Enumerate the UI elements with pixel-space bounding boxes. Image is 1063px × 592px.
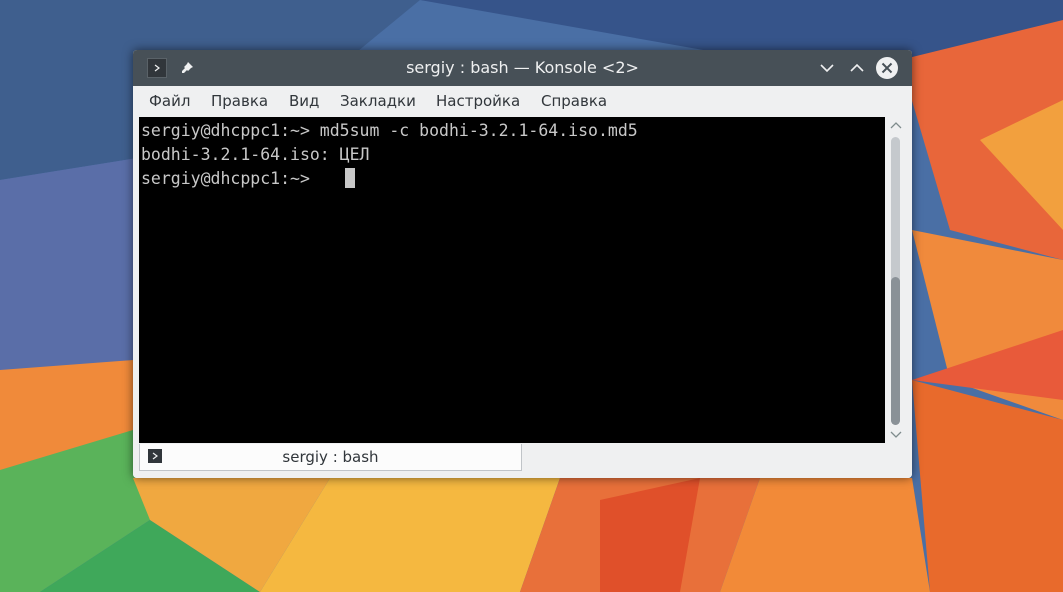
minimize-button[interactable]	[815, 56, 839, 80]
menu-view[interactable]: Вид	[289, 86, 319, 116]
chevron-down-icon	[820, 64, 834, 73]
menu-file[interactable]: Файл	[149, 86, 190, 116]
scroll-up-icon[interactable]	[889, 119, 903, 131]
terminal-line: sergiy@dhcppc1:~> md5sum -c bodhi-3.2.1-…	[141, 121, 638, 140]
menu-settings[interactable]: Настройка	[436, 86, 520, 116]
terminal-line: bodhi-3.2.1-64.iso: ЦЕЛ	[141, 145, 370, 164]
pin-icon[interactable]	[177, 58, 197, 78]
konsole-window: sergiy : bash — Konsole <2> Файл Правка …	[133, 50, 912, 478]
tab-session[interactable]: sergiy : bash	[139, 444, 522, 471]
scroll-down-icon[interactable]	[889, 429, 903, 441]
text-cursor	[345, 168, 355, 188]
close-button[interactable]	[875, 56, 899, 80]
tab-label: sergiy : bash	[282, 448, 379, 466]
terminal-icon[interactable]	[147, 58, 167, 78]
scrollbar[interactable]	[886, 117, 906, 443]
terminal-icon	[148, 449, 162, 463]
menu-bar: Файл Правка Вид Закладки Настройка Справ…	[133, 86, 912, 116]
title-bar[interactable]: sergiy : bash — Konsole <2>	[133, 50, 912, 86]
close-icon	[876, 57, 898, 79]
scrollbar-thumb[interactable]	[891, 277, 900, 425]
terminal-line: sergiy@dhcppc1:~>	[141, 169, 320, 188]
menu-help[interactable]: Справка	[541, 86, 607, 116]
menu-bookmarks[interactable]: Закладки	[340, 86, 416, 116]
window-title: sergiy : bash — Konsole <2>	[406, 58, 639, 77]
terminal-area[interactable]: sergiy@dhcppc1:~> md5sum -c bodhi-3.2.1-…	[139, 117, 885, 443]
tab-bar: sergiy : bash	[133, 444, 912, 478]
maximize-button[interactable]	[845, 56, 869, 80]
menu-edit[interactable]: Правка	[211, 86, 268, 116]
chevron-up-icon	[850, 63, 864, 72]
